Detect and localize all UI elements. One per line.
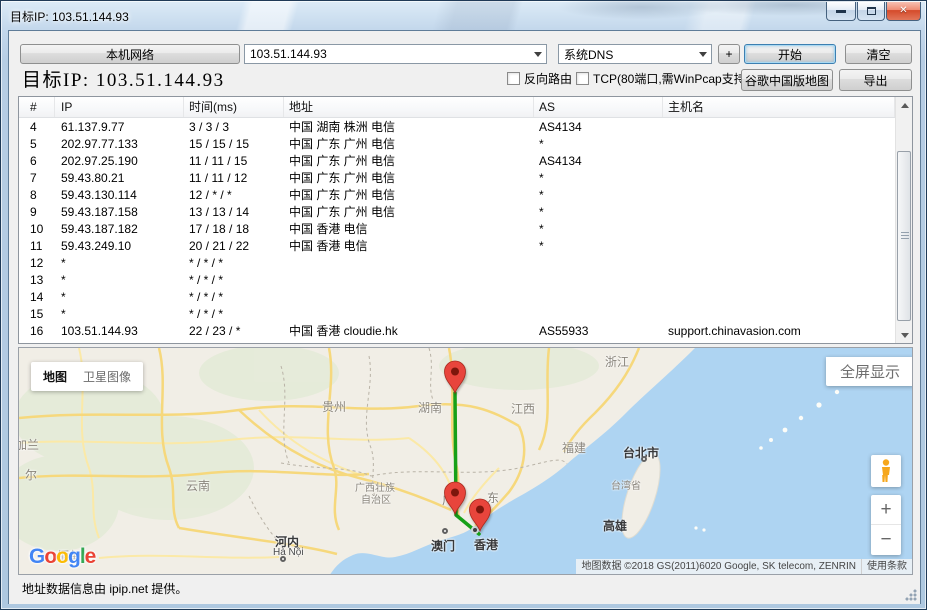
google-logo-letter: e (85, 545, 96, 568)
pegman-control[interactable] (871, 455, 901, 487)
col-as[interactable]: AS (534, 97, 663, 117)
google-logo[interactable]: Google (29, 545, 95, 569)
dns-value: 系统DNS (564, 46, 613, 63)
titlebar[interactable]: 目标IP: 103.51.144.93 (1, 1, 926, 30)
table-row[interactable]: 11 59.43.249.10 20 / 21 / 22 中国 香港 电信 * (19, 238, 895, 255)
close-icon: ✕ (899, 6, 907, 16)
tcp-label[interactable]: TCP(80端口,需WinPcap支持) (593, 71, 750, 87)
map-type-control: 地图 卫星图像 (31, 362, 143, 391)
clear-button[interactable]: 清空 (845, 44, 912, 64)
hop-table: # IP 时间(ms) 地址 AS 主机名 4 61.137.9.77 3 / … (18, 96, 913, 344)
table-row[interactable]: 9 59.43.187.158 13 / 13 / 14 中国 广东 广州 电信… (19, 204, 895, 221)
export-button[interactable]: 导出 (839, 69, 912, 91)
attribution-text: 地图数据 ©2018 GS(2011)6020 Google, SK telec… (576, 559, 861, 574)
resize-grip[interactable] (905, 589, 917, 601)
map-label: Hà Nội (273, 547, 304, 558)
status-text: 地址数据信息由 ipip.net 提供。 (22, 580, 187, 597)
map-label: 贵州 (322, 398, 346, 415)
map-label: 香港 (474, 536, 498, 553)
map-type-satellite[interactable]: 卫星图像 (83, 368, 131, 385)
map-pin-icon[interactable] (443, 480, 467, 515)
google-china-map-button[interactable]: 谷歌中国版地图 (741, 69, 833, 91)
map-pin-icon[interactable] (468, 497, 492, 532)
map-city-dot (641, 456, 647, 462)
map-city-dot (280, 556, 286, 562)
map-label: 江西 (511, 400, 535, 417)
scroll-up-icon[interactable] (896, 97, 913, 113)
terms-link[interactable]: 使用条款 (861, 559, 912, 574)
table-row[interactable]: 10 59.43.187.182 17 / 18 / 18 中国 香港 电信 * (19, 221, 895, 238)
map-label: 云南 (186, 477, 210, 494)
table-row[interactable]: 7 59.43.80.21 11 / 11 / 12 中国 广东 广州 电信 * (19, 170, 895, 187)
minimize-icon: ▬ (836, 6, 846, 16)
zoom-in-button[interactable]: + (871, 495, 901, 525)
route-map[interactable]: 加兰尔云南贵州湖南江西浙江福建广西壮族自治区广东台湾省台北市高雄澳门香港河内Hà… (18, 347, 913, 575)
reverse-route-label[interactable]: 反向路由 (524, 71, 572, 87)
target-ip-value: 103.51.144.93 (250, 47, 327, 61)
chevron-down-icon[interactable] (699, 52, 707, 57)
col-ip[interactable]: IP (55, 97, 184, 117)
table-row[interactable]: 12 * * / * / * (19, 255, 895, 272)
table-row[interactable]: 15 * * / * / * (19, 306, 895, 323)
table-row[interactable]: 5 202.97.77.133 15 / 15 / 15 中国 广东 广州 电信… (19, 136, 895, 153)
zoom-control: + − (871, 495, 901, 555)
zoom-out-button[interactable]: − (871, 525, 901, 555)
table-scrollbar[interactable] (895, 97, 912, 343)
tcp-checkbox[interactable] (576, 72, 589, 85)
map-pin-icon[interactable] (443, 359, 467, 394)
table-row[interactable]: 16 103.51.144.93 22 / 23 / * 中国 香港 cloud… (19, 323, 895, 340)
col-number[interactable]: # (19, 97, 55, 117)
maximize-icon (867, 7, 876, 15)
add-button[interactable]: + (718, 44, 740, 64)
reverse-route-checkbox[interactable] (507, 72, 520, 85)
close-button[interactable]: ✕ (886, 2, 921, 21)
window-title: 目标IP: 103.51.144.93 (10, 8, 129, 25)
target-ip-combobox[interactable]: 103.51.144.93 (244, 44, 547, 64)
map-label: 自治区 (361, 491, 391, 506)
map-label: 福建 (562, 439, 586, 456)
local-network-button[interactable]: 本机网络 (20, 44, 240, 64)
table-row[interactable]: 14 * * / * / * (19, 289, 895, 306)
google-logo-letter: o (56, 545, 68, 568)
chevron-down-icon[interactable] (534, 52, 542, 57)
dns-combobox[interactable]: 系统DNS (558, 44, 712, 64)
table-row[interactable]: 4 61.137.9.77 3 / 3 / 3 中国 湖南 株洲 电信 AS41… (19, 119, 895, 136)
col-address[interactable]: 地址 (284, 97, 534, 117)
maximize-button[interactable] (857, 2, 885, 21)
map-label: 高雄 (603, 517, 627, 534)
map-label: 澳门 (431, 537, 455, 554)
col-time[interactable]: 时间(ms) (184, 97, 284, 117)
minimize-button[interactable]: ▬ (826, 2, 856, 21)
map-attribution: 地图数据 ©2018 GS(2011)6020 Google, SK telec… (576, 559, 912, 574)
col-hostname[interactable]: 主机名 (663, 97, 895, 117)
client-area: 本机网络 103.51.144.93 系统DNS + 开始 清空 目标IP: 1… (8, 30, 921, 604)
table-row[interactable]: 6 202.97.25.190 11 / 11 / 15 中国 广东 广州 电信… (19, 153, 895, 170)
scrollbar-thumb[interactable] (897, 151, 911, 321)
google-logo-letter: g (68, 545, 80, 568)
app-window: 目标IP: 103.51.144.93 ▬ ✕ 本机网络 103.51.144.… (0, 0, 927, 610)
target-ip-heading: 目标IP: 103.51.144.93 (22, 65, 225, 92)
map-label: 台湾省 (611, 477, 641, 492)
table-row[interactable]: 8 59.43.130.114 12 / * / * 中国 广东 广州 电信 * (19, 187, 895, 204)
map-label: 尔 (25, 466, 37, 483)
map-label: 湖南 (418, 399, 442, 416)
start-button[interactable]: 开始 (744, 44, 836, 64)
table-body: 4 61.137.9.77 3 / 3 / 3 中国 湖南 株洲 电信 AS41… (19, 119, 895, 343)
google-logo-letter: G (29, 545, 44, 568)
map-city-dot (442, 528, 448, 534)
pegman-icon (879, 459, 893, 483)
fullscreen-button[interactable]: 全屏显示 (826, 357, 913, 386)
map-type-map[interactable]: 地图 (43, 368, 67, 385)
map-label: 加兰 (18, 436, 39, 453)
map-label: 浙江 (605, 353, 629, 370)
google-logo-letter: o (44, 545, 56, 568)
scroll-down-icon[interactable] (896, 327, 913, 343)
table-header[interactable]: # IP 时间(ms) 地址 AS 主机名 (19, 97, 912, 118)
table-row[interactable]: 13 * * / * / * (19, 272, 895, 289)
